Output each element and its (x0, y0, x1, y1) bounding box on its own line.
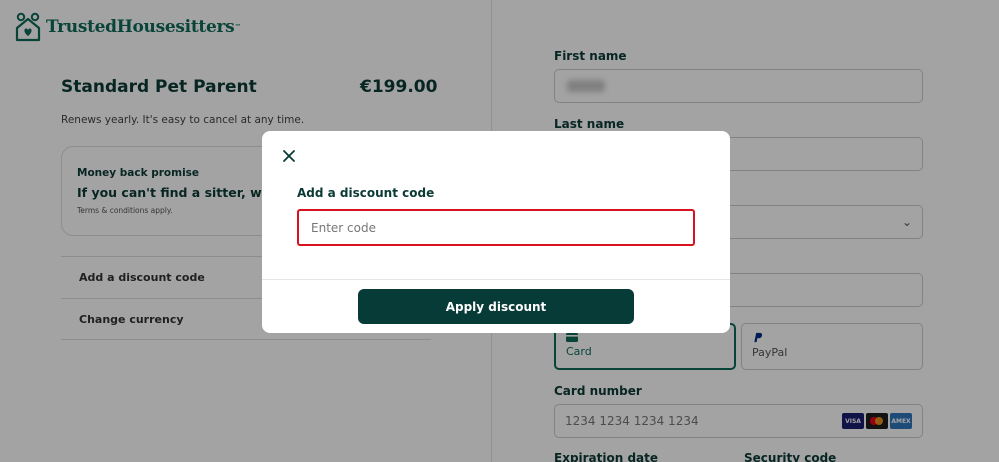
apply-discount-button[interactable]: Apply discount (358, 289, 634, 324)
close-icon[interactable] (282, 149, 296, 163)
modal-divider (262, 279, 730, 280)
discount-code-input[interactable] (297, 209, 695, 246)
discount-modal: Add a discount code Apply discount (262, 131, 730, 333)
modal-title: Add a discount code (297, 186, 435, 200)
